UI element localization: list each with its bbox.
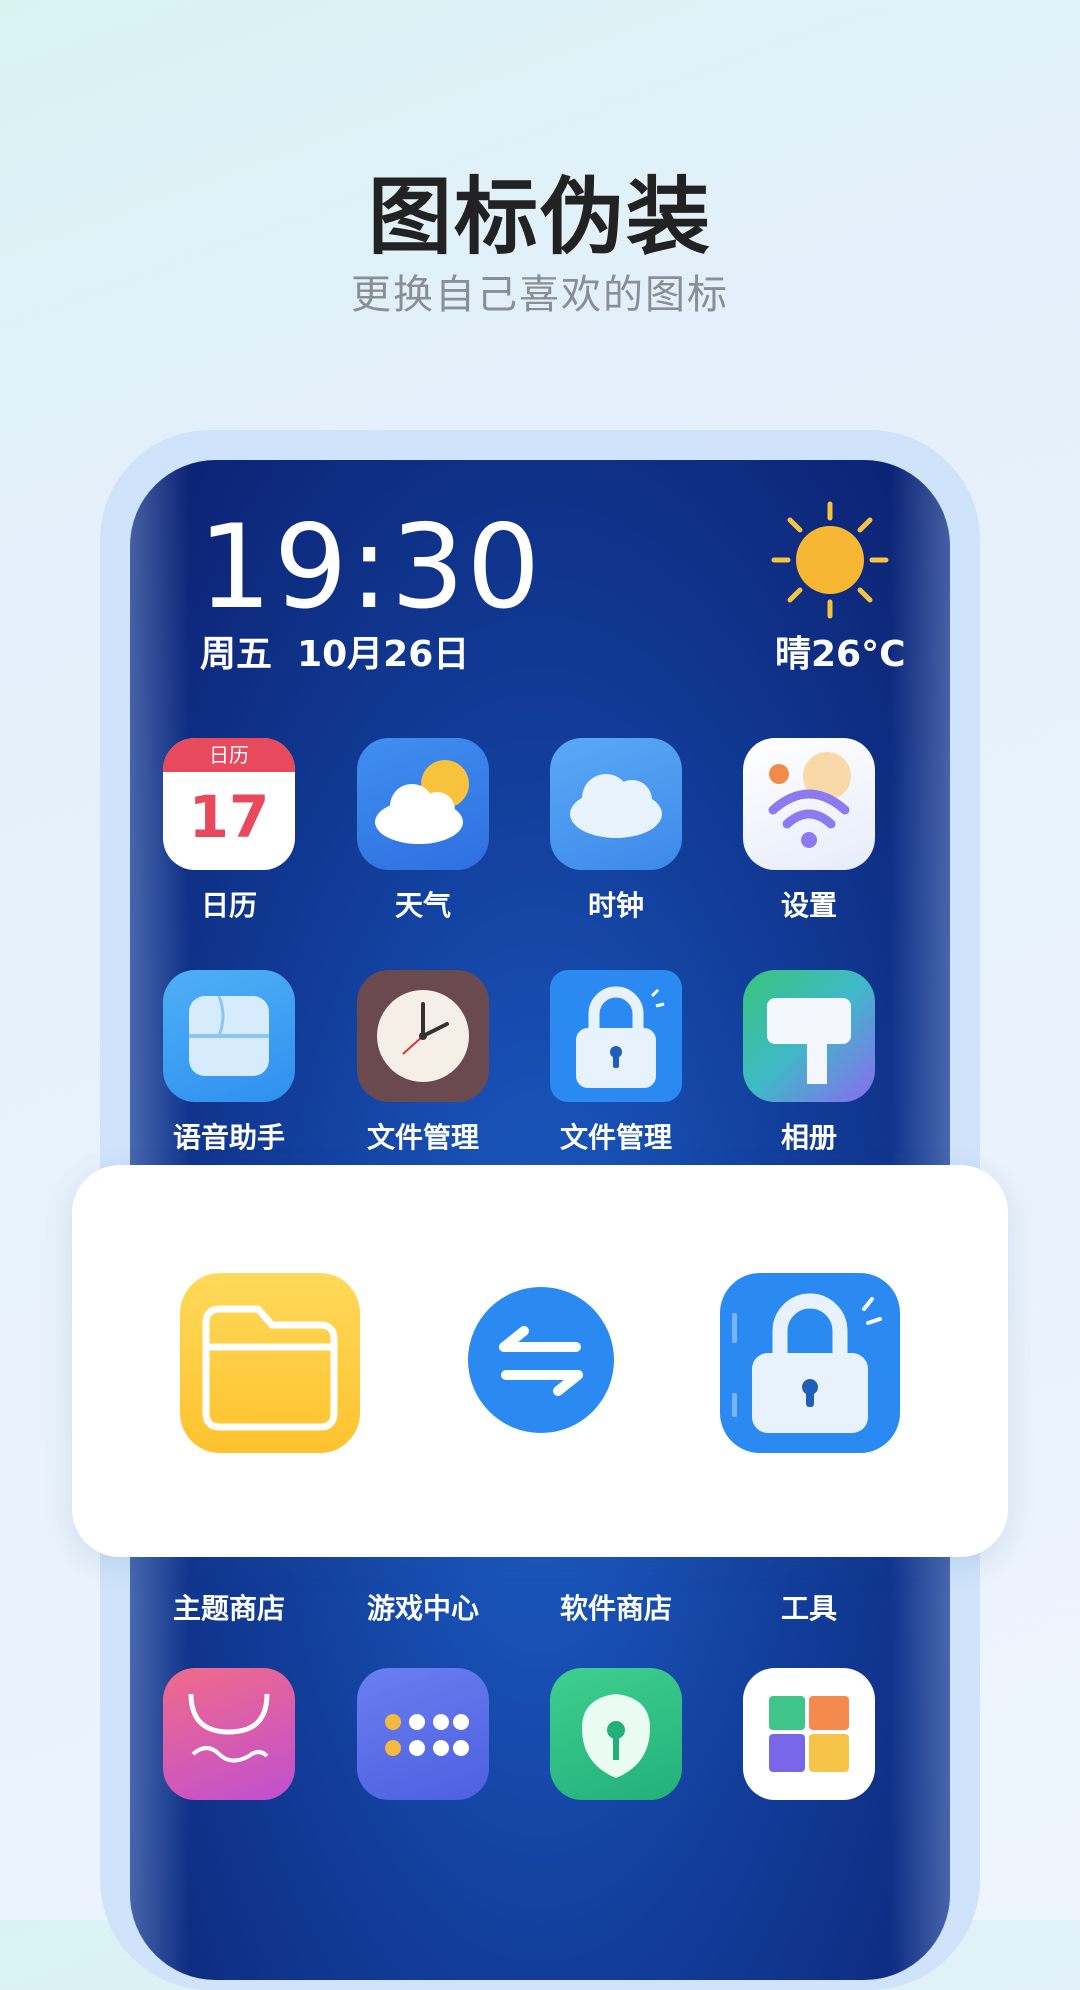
app-label: 主题商店 — [172, 1592, 285, 1625]
app-tiles[interactable] — [734, 1668, 884, 1800]
app-label: 游戏中心 — [366, 1592, 479, 1625]
app-clock[interactable]: 时钟 — [541, 738, 691, 924]
app-tools[interactable]: 工具 — [734, 1573, 884, 1627]
app-calendar[interactable]: 日历 17 日历 — [154, 738, 304, 924]
clock-icon — [357, 970, 489, 1102]
swap-arrows-icon[interactable] — [468, 1287, 614, 1433]
app-files-lock[interactable]: 文件管理 — [541, 970, 691, 1156]
calendar-day: 17 — [188, 783, 270, 851]
app-shield[interactable] — [541, 1668, 691, 1800]
lock-icon[interactable] — [720, 1273, 900, 1453]
app-label: 设置 — [780, 889, 837, 922]
calendar-header: 日历 — [163, 738, 295, 772]
app-files-clock[interactable]: 文件管理 — [348, 970, 498, 1156]
app-gallery[interactable]: 相册 — [734, 970, 884, 1156]
weather-text: 晴26°C — [775, 634, 906, 675]
app-label: 时钟 — [587, 889, 644, 922]
shopping-icon — [163, 1668, 295, 1800]
clock-time: 19:30 — [198, 500, 543, 635]
tiles-icon — [743, 1668, 875, 1800]
app-voice-assistant[interactable]: 语音助手 — [154, 970, 304, 1156]
shield-icon — [550, 1668, 682, 1800]
app-dots[interactable] — [348, 1668, 498, 1800]
sun-icon — [771, 501, 889, 619]
folder-icon[interactable] — [180, 1273, 360, 1453]
app-label: 工具 — [780, 1592, 837, 1625]
page-title: 图标伪装 — [367, 168, 712, 266]
cloud-icon — [550, 738, 682, 870]
app-game-center[interactable]: 游戏中心 — [348, 1573, 498, 1627]
voice-assistant-icon — [163, 970, 295, 1102]
app-theme-store[interactable]: 主题商店 — [154, 1573, 304, 1627]
app-label: 天气 — [394, 889, 451, 922]
app-label: 软件商店 — [559, 1592, 672, 1625]
calendar-icon: 日历 17 — [163, 738, 295, 870]
dots-grid-icon — [357, 1668, 489, 1800]
wifi-icon — [743, 738, 875, 870]
app-label: 文件管理 — [559, 1121, 672, 1154]
lock-icon — [550, 970, 682, 1102]
app-label: 语音助手 — [172, 1121, 285, 1154]
app-software-store[interactable]: 软件商店 — [541, 1573, 691, 1627]
app-label: 日历 — [200, 889, 257, 922]
app-settings[interactable]: 设置 — [734, 738, 884, 924]
app-weather[interactable]: 天气 — [348, 738, 498, 924]
icon-swap-card — [72, 1165, 1008, 1557]
weather-icon — [357, 738, 489, 870]
clock-date: 周五 10月26日 — [200, 634, 470, 675]
gallery-icon — [743, 970, 875, 1102]
page-subtitle: 更换自己喜欢的图标 — [351, 272, 729, 318]
app-shopping[interactable] — [154, 1668, 304, 1800]
app-label: 相册 — [780, 1121, 837, 1154]
app-label: 文件管理 — [366, 1121, 479, 1154]
